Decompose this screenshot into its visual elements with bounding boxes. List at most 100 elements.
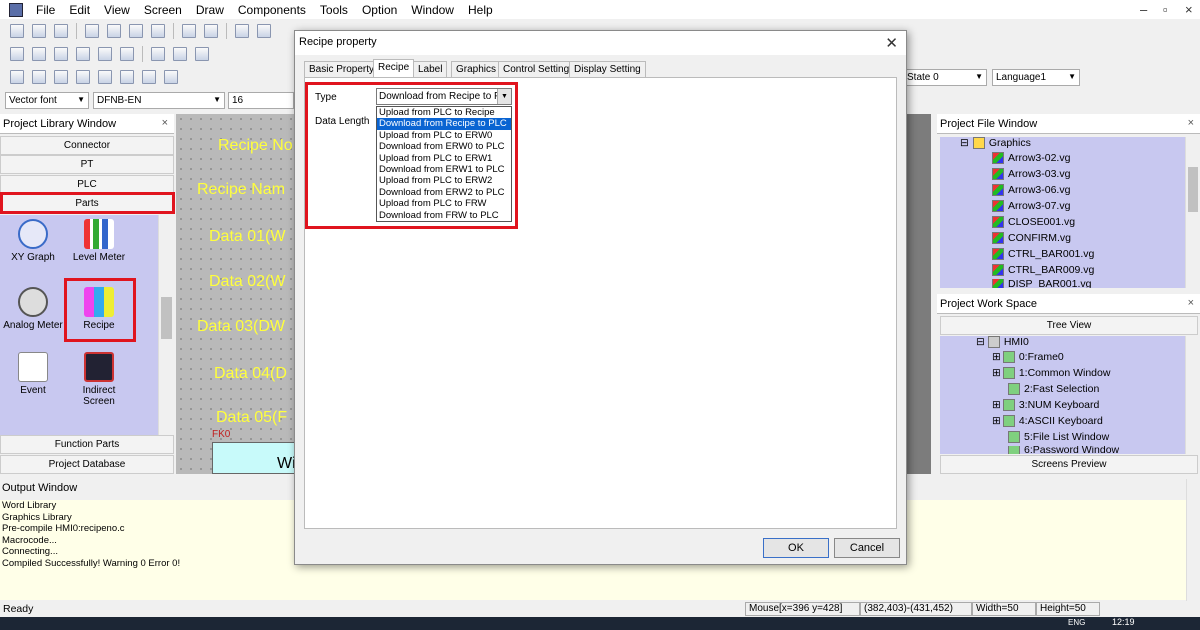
picture-icon[interactable] [76, 70, 90, 84]
part-level-meter[interactable]: Level Meter [68, 219, 130, 263]
library-scrollbar[interactable] [158, 215, 174, 435]
restore-icon[interactable]: ▫ [1163, 2, 1168, 17]
canvas-label[interactable]: Data 01(W [209, 228, 285, 246]
close-icon[interactable]: ✕ [885, 33, 898, 55]
same-height-icon[interactable] [173, 47, 187, 61]
new-icon[interactable] [10, 24, 24, 38]
menu-tools[interactable]: Tools [313, 3, 355, 17]
menu-edit[interactable]: Edit [62, 3, 97, 17]
tab-control-setting[interactable]: Control Setting [498, 61, 575, 77]
menu-help[interactable]: Help [461, 3, 500, 17]
tree-file[interactable]: Arrow3-06.vg [992, 184, 1070, 196]
tree-view-button[interactable]: Tree View [940, 316, 1198, 335]
tree-root-hmi0[interactable]: ⊟ HMI0 [976, 336, 1029, 348]
tab-graphics[interactable]: Graphics [451, 61, 502, 77]
canvas-label[interactable]: Recipe No [218, 137, 293, 155]
expand-icon[interactable]: ⊞ [992, 351, 1001, 363]
tree-file[interactable]: CONFIRM.vg [992, 232, 1071, 244]
tree-file[interactable]: Arrow3-02.vg [992, 152, 1070, 164]
workspace-scrollbar[interactable] [1185, 336, 1200, 454]
close-icon[interactable]: × [1188, 297, 1194, 309]
screens-preview-button[interactable]: Screens Preview [940, 455, 1198, 474]
tree-window[interactable]: ⊞ 1:Common Window [992, 367, 1110, 379]
category-project-database[interactable]: Project Database [0, 455, 174, 474]
tree-window[interactable]: 5:File List Window [1008, 431, 1109, 443]
undo-icon[interactable] [182, 24, 196, 38]
align-right-icon[interactable] [54, 47, 68, 61]
menu-window[interactable]: Window [404, 3, 461, 17]
font-type-select[interactable]: Vector font ▼ [5, 92, 89, 109]
canvas-label[interactable]: Data 03(DW [197, 318, 285, 336]
menu-view[interactable]: View [97, 3, 137, 17]
menu-components[interactable]: Components [231, 3, 313, 17]
tab-basic-property[interactable]: Basic Property [304, 61, 380, 77]
part-analog-meter[interactable]: Analog Meter [2, 287, 64, 331]
tab-recipe[interactable]: Recipe [373, 59, 415, 78]
collapse-icon[interactable]: ⊟ [976, 336, 985, 348]
tree-window[interactable]: 2:Fast Selection [1008, 383, 1099, 395]
find-icon[interactable] [235, 24, 249, 38]
tab-display-setting[interactable]: Display Setting [569, 61, 646, 77]
delete-icon[interactable] [151, 24, 165, 38]
tree-window[interactable]: ⊞ 3:NUM Keyboard [992, 399, 1099, 411]
menu-screen[interactable]: Screen [137, 3, 189, 17]
paste-icon[interactable] [129, 24, 143, 38]
tree-folder-graphics[interactable]: ⊟ Graphics [960, 137, 1031, 149]
open-icon[interactable] [32, 24, 46, 38]
align-top-icon[interactable] [76, 47, 90, 61]
menu-option[interactable]: Option [355, 3, 404, 17]
compile-icon[interactable] [164, 70, 178, 84]
canvas-label[interactable]: Data 05(F [216, 409, 287, 427]
tree-file[interactable]: Arrow3-03.vg [992, 168, 1070, 180]
close-icon[interactable]: × [1188, 117, 1194, 129]
tree-window[interactable]: 6:Password Window [1008, 446, 1119, 454]
expand-icon[interactable]: ⊞ [992, 415, 1001, 427]
save-icon[interactable] [54, 24, 68, 38]
file-scrollbar[interactable] [1185, 137, 1200, 288]
scroll-thumb[interactable] [161, 297, 172, 339]
tree-window[interactable]: ⊞ 4:ASCII Keyboard [992, 415, 1103, 427]
sound-icon[interactable] [120, 70, 134, 84]
align-middle-icon[interactable] [98, 47, 112, 61]
grid-icon[interactable] [10, 70, 24, 84]
tree-file[interactable]: CTRL_BAR009.vg [992, 264, 1094, 276]
tree-file[interactable]: Arrow3-07.vg [992, 200, 1070, 212]
canvas-label[interactable]: Data 04(D [214, 365, 287, 383]
macro-icon[interactable] [142, 70, 156, 84]
language-select[interactable]: Language1 ▼ [992, 69, 1080, 86]
menu-draw[interactable]: Draw [189, 3, 231, 17]
output-scrollbar[interactable] [1186, 479, 1200, 601]
cut-icon[interactable] [85, 24, 99, 38]
tree-window[interactable]: ⊞ 0:Frame0 [992, 351, 1064, 363]
canvas-label[interactable]: Data 02(W [209, 273, 285, 291]
font-size-select[interactable]: 16 [228, 92, 294, 109]
canvas-window-box[interactable]: Wi [212, 442, 296, 474]
font-name-select[interactable]: DFNB-EN ▼ [93, 92, 225, 109]
expand-icon[interactable]: ⊞ [992, 367, 1001, 379]
menu-file[interactable]: File [29, 3, 62, 17]
part-xy-graph[interactable]: XY Graph [2, 219, 64, 263]
close-icon[interactable]: × [1185, 2, 1193, 17]
align-center-icon[interactable] [32, 47, 46, 61]
cancel-button[interactable]: Cancel [834, 538, 900, 558]
align-left-icon[interactable] [10, 47, 24, 61]
copy-icon[interactable] [107, 24, 121, 38]
align-bottom-icon[interactable] [120, 47, 134, 61]
tree-file[interactable]: CTRL_BAR001.vg [992, 248, 1094, 260]
same-width-icon[interactable] [151, 47, 165, 61]
category-connector[interactable]: Connector [0, 136, 174, 155]
expand-icon[interactable]: ⊞ [992, 399, 1001, 411]
close-icon[interactable]: × [162, 117, 168, 129]
collapse-icon[interactable]: ⊟ [960, 137, 969, 149]
canvas-label[interactable]: Recipe Nam [197, 181, 285, 199]
image-icon[interactable] [98, 70, 112, 84]
part-event[interactable]: Event [2, 352, 64, 396]
ok-button[interactable]: OK [763, 538, 829, 558]
part-indirect-screen[interactable]: Indirect Screen [68, 352, 130, 407]
redo-icon[interactable] [204, 24, 218, 38]
tree-file[interactable]: DISP_BAR001.vg [992, 279, 1091, 288]
category-function-parts[interactable]: Function Parts [0, 435, 174, 454]
layout-icon[interactable] [54, 70, 68, 84]
state-select[interactable]: State 0 ▼ [903, 69, 987, 86]
scroll-thumb[interactable] [1188, 167, 1198, 212]
